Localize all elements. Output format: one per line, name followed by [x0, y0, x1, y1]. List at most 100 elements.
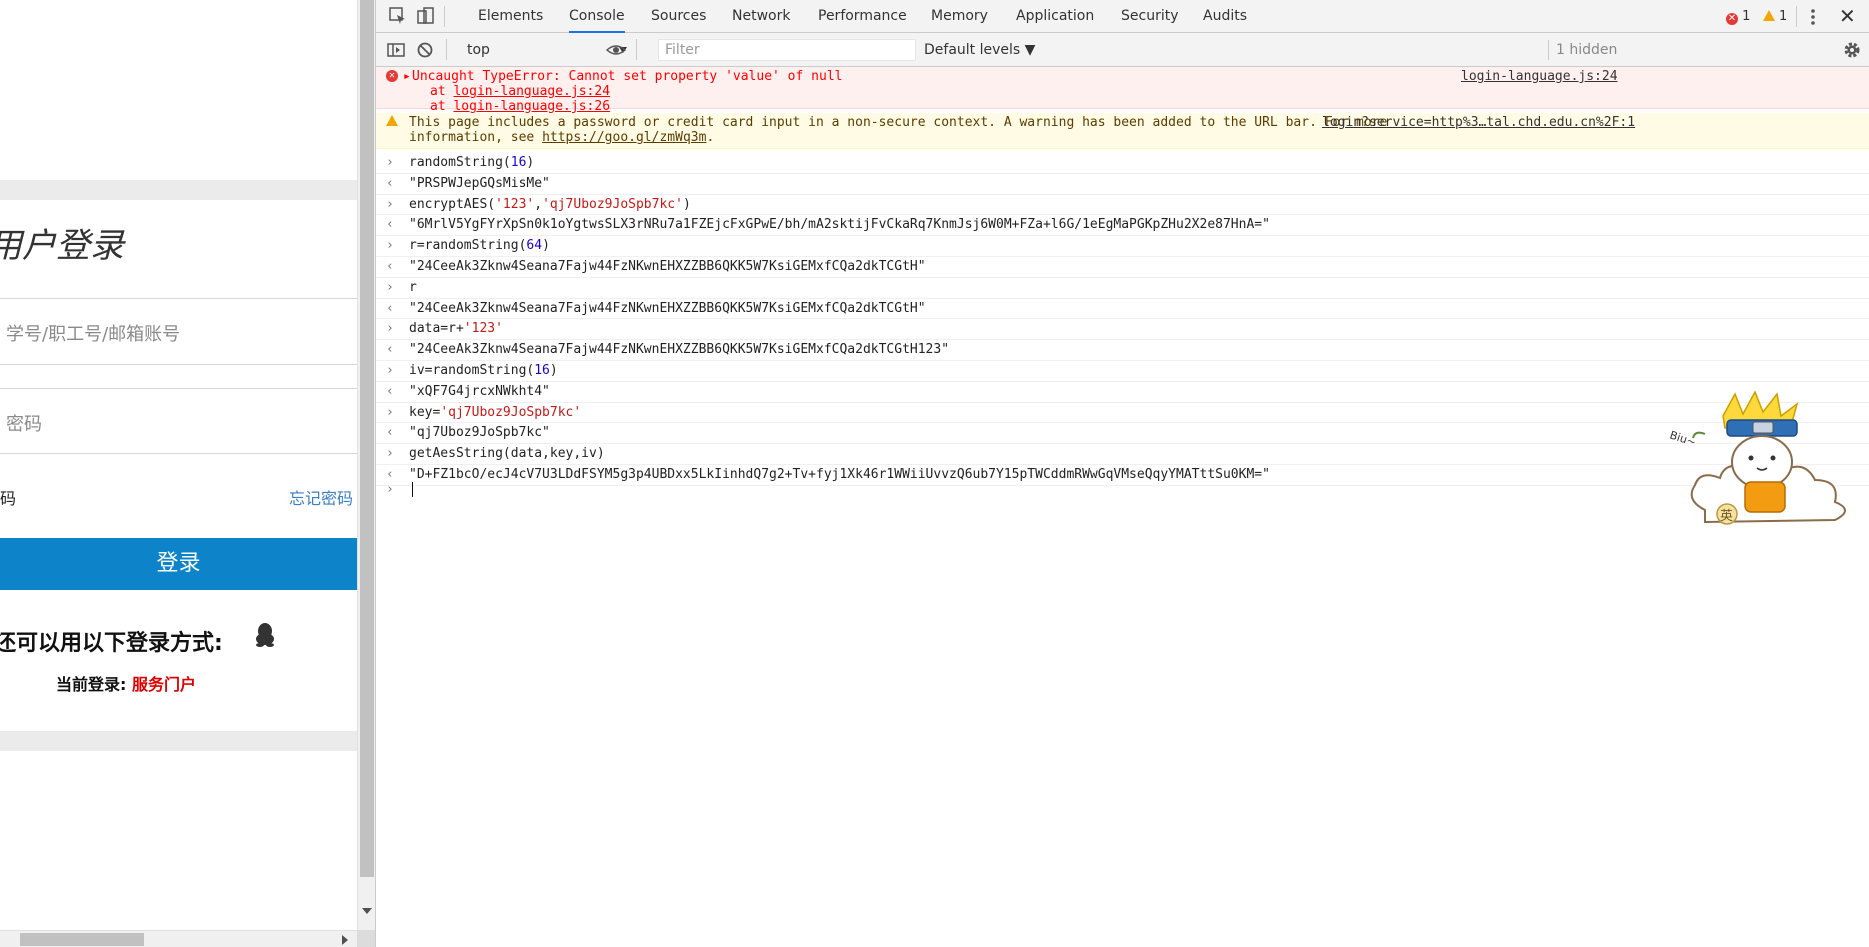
page-band-top [0, 180, 357, 200]
tab-elements[interactable]: Elements [478, 0, 543, 33]
login-page: 用户登录 学号/职工号/邮箱账号 密码 码 忘记密码 登录 还可以用以下登录方式… [0, 0, 357, 930]
console-result: ‹ "24CeeAk3Zknw4Seana7Fajw44FzNKwnEHXZZBB… [376, 257, 1869, 278]
console-command: › r [376, 278, 1869, 299]
warning-icon [1762, 10, 1775, 21]
command-text: getAesString(data,key,iv) [409, 446, 605, 462]
warning-link[interactable]: https://goo.gl/zmWq3m [542, 130, 706, 145]
password-input[interactable]: 密码 [6, 410, 42, 436]
tab-performance[interactable]: Performance [818, 0, 907, 33]
result-text: "PRSPWJepGQsMisMe" [409, 175, 550, 191]
console-result: ‹ "xQF7G4jrcxNWkht4" [376, 382, 1869, 403]
warning-source-link[interactable]: login?service=http%3…tal.chd.edu.cn%2F:1 [1322, 115, 1635, 130]
separator [444, 6, 445, 27]
input-arrow-icon: › [386, 238, 394, 254]
scrollbar-thumb[interactable] [360, 0, 374, 877]
output-arrow-icon: ‹ [386, 217, 394, 233]
warning-count: 1 [1778, 9, 1788, 24]
close-devtools-icon[interactable]: ✕ [1839, 6, 1856, 26]
input-arrow-icon: › [386, 446, 394, 462]
gear-icon[interactable] [1842, 40, 1862, 60]
stack-link[interactable]: login-language.js:24 [453, 84, 610, 99]
separator [1796, 6, 1797, 27]
current-login-value[interactable]: 服务门户 [132, 675, 196, 694]
input-arrow-icon: › [386, 196, 394, 212]
tab-sources[interactable]: Sources [651, 0, 706, 33]
sticker-image: Biu~ 英 [1668, 390, 1846, 525]
separator [636, 39, 637, 60]
more-options-icon[interactable] [1810, 8, 1816, 26]
console-toolbar: top Filter Default levels ▼ 1 hidden [376, 33, 1869, 67]
error-icon: ✕ [1726, 13, 1738, 25]
divider [0, 453, 357, 454]
eye-icon[interactable] [606, 40, 626, 60]
input-arrow-icon: › [386, 363, 394, 378]
log-levels-dropdown[interactable]: Default levels ▼ [924, 42, 1035, 58]
inspect-element-icon[interactable] [388, 6, 408, 26]
error-source-link[interactable]: login-language.js:24 [1461, 69, 1618, 84]
console-input[interactable] [409, 482, 413, 498]
output-arrow-icon: ‹ [386, 383, 394, 399]
console-command: › randomString(16) [376, 153, 1869, 174]
tab-security[interactable]: Security [1121, 0, 1179, 33]
stack-frame: at login-language.js:26 [430, 99, 610, 114]
scrollbar-thumb[interactable] [20, 933, 144, 946]
input-arrow-icon: › [386, 404, 394, 420]
scroll-right-icon[interactable] [342, 935, 348, 945]
scrollbar-corner [357, 930, 375, 947]
expand-arrow-icon[interactable]: ▸ [403, 69, 411, 84]
console-command: › r=randomString(64) [376, 236, 1869, 257]
current-login-label: 当前登录: [56, 675, 127, 694]
hidden-count: 1 hidden [1556, 42, 1618, 58]
console-command: › iv=randomString(16) [376, 361, 1869, 382]
stack-prefix: at [430, 99, 454, 114]
sidebar-toggle-icon[interactable] [386, 40, 406, 60]
tab-application[interactable]: Application [1016, 0, 1094, 33]
login-title: 用户登录 [0, 226, 124, 266]
username-input[interactable]: 学号/职工号/邮箱账号 [6, 320, 180, 346]
filter-input[interactable]: Filter [658, 39, 916, 61]
result-text: "6MrlV5YgFYrXpSn0k1oYgtwsSLX3rNRu7a1FZEj… [409, 217, 1270, 233]
command-text: iv=randomString(16) [409, 363, 558, 378]
stack-link[interactable]: login-language.js:26 [453, 99, 610, 114]
command-text: r=randomString(64) [409, 238, 550, 254]
result-text: "24CeeAk3Zknw4Seana7Fajw44FzNKwnEHXZZBB6… [409, 300, 926, 316]
stack-prefix: at [430, 84, 454, 99]
prompt-caret-icon: › [386, 482, 394, 497]
output-arrow-icon: ‹ [386, 425, 394, 441]
console-prompt[interactable]: › [376, 480, 1869, 502]
console-result: ‹ "6MrlV5YgFYrXpSn0k1oYgtwsSLX3rNRu7a1FZE… [376, 215, 1869, 237]
sticker-badge: 英 [1720, 509, 1733, 524]
tab-console[interactable]: Console [569, 0, 625, 33]
warning-icon [386, 114, 398, 129]
console-result: ‹ "qj7Uboz9JoSpb7kc" [376, 423, 1869, 445]
login-button[interactable]: 登录 [0, 538, 357, 590]
error-count: 1 [1742, 9, 1751, 24]
vertical-scrollbar[interactable] [357, 0, 375, 930]
warning-text: information, see https://goo.gl/zmWq3m. [409, 130, 714, 145]
devtools-tab-bar: Elements Console Sources Network Perform… [376, 0, 1869, 33]
console-output: ✕ ▸ Uncaught TypeError: Cannot set prope… [376, 67, 1869, 947]
sticker-text: Biu~ [1668, 428, 1698, 449]
result-text: "24CeeAk3Zknw4Seana7Fajw44FzNKwnEHXZZBB6… [409, 342, 950, 358]
remember-password-label[interactable]: 码 [0, 485, 16, 509]
input-arrow-icon: › [386, 321, 394, 337]
scroll-down-icon[interactable] [362, 908, 372, 914]
forgot-password-link[interactable]: 忘记密码 [289, 485, 353, 509]
device-toolbar-icon[interactable] [416, 6, 436, 26]
qq-icon[interactable] [254, 622, 276, 648]
tab-network[interactable]: Network [732, 0, 790, 33]
other-login-methods-label: 还可以用以下登录方式: [0, 631, 223, 656]
console-result: ‹ "24CeeAk3Zknw4Seana7Fajw44FzNKwnEHXZZBB… [376, 340, 1869, 361]
issue-counts[interactable]: ✕ 1 1 [1726, 9, 1787, 25]
command-text: key='qj7Uboz9JoSpb7kc' [409, 404, 582, 420]
divider [0, 388, 357, 389]
horizontal-scrollbar[interactable] [0, 930, 357, 947]
tab-audits[interactable]: Audits [1203, 0, 1247, 33]
tab-memory[interactable]: Memory [931, 0, 988, 33]
clear-console-icon[interactable] [415, 40, 435, 60]
context-selector[interactable]: top [467, 42, 490, 58]
page-band-bottom [0, 731, 357, 751]
warning-text: This page includes a password or credit … [409, 115, 1388, 130]
command-text: randomString(16) [409, 155, 535, 170]
current-login: 当前登录: 服务门户 [56, 671, 196, 695]
